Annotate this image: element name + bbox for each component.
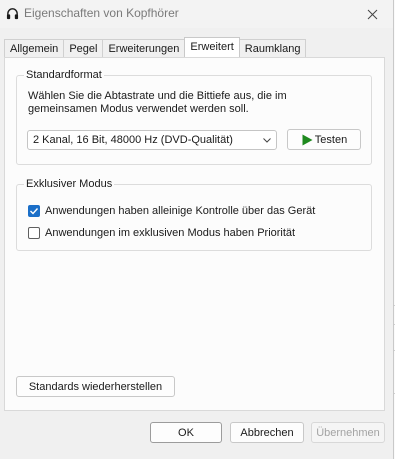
exclusive-control-option[interactable]: Anwendungen haben alleinige Kontrolle üb… bbox=[28, 205, 315, 217]
restore-defaults-button[interactable]: Standards wiederherstellen bbox=[16, 376, 175, 397]
tab-pegel[interactable]: Pegel bbox=[63, 39, 104, 57]
checkmark-icon bbox=[30, 208, 39, 215]
title-bar: Eigenschaften von Kopfhörer bbox=[0, 0, 393, 28]
tab-strip: Allgemein Pegel Erweiterungen Erweitert … bbox=[4, 37, 307, 57]
properties-dialog: Eigenschaften von Kopfhörer Allgemein Pe… bbox=[0, 0, 394, 459]
chevron-down-icon bbox=[263, 138, 271, 143]
cancel-button-label: Abbrechen bbox=[240, 426, 294, 439]
test-button[interactable]: Testen bbox=[287, 129, 361, 150]
test-button-label: Testen bbox=[314, 133, 348, 146]
tab-raumklang[interactable]: Raumklang bbox=[238, 39, 307, 57]
apply-button-label: Übernehmen bbox=[316, 426, 380, 439]
cancel-button[interactable]: Abbrechen bbox=[230, 422, 304, 443]
exclusive-priority-option[interactable]: Anwendungen im exklusiven Modus haben Pr… bbox=[28, 227, 295, 239]
exclusive-mode-legend: Exklusiver Modus bbox=[24, 178, 115, 191]
ok-button[interactable]: OK bbox=[150, 422, 222, 443]
exclusive-priority-label: Anwendungen im exklusiven Modus haben Pr… bbox=[45, 227, 296, 239]
tab-erweiterungen[interactable]: Erweiterungen bbox=[102, 39, 186, 57]
standard-format-description: Wählen Sie die Abtastrate und die Bittie… bbox=[28, 90, 287, 115]
play-icon bbox=[302, 134, 313, 145]
headphones-icon bbox=[6, 8, 19, 20]
exclusive-control-label: Anwendungen haben alleinige Kontrolle üb… bbox=[45, 205, 316, 217]
apply-button[interactable]: Übernehmen bbox=[311, 422, 385, 443]
exclusive-priority-checkbox[interactable] bbox=[28, 227, 40, 239]
restore-defaults-label: Standards wiederherstellen bbox=[28, 380, 163, 393]
exclusive-control-checkbox[interactable] bbox=[28, 205, 40, 217]
tab-erweitert[interactable]: Erweitert bbox=[184, 37, 240, 57]
standard-format-group: Standardformat Wählen Sie die Abtastrate… bbox=[16, 69, 372, 165]
tab-allgemein[interactable]: Allgemein bbox=[4, 39, 65, 57]
standard-format-legend: Standardformat bbox=[24, 69, 104, 82]
format-dropdown-value: 2 Kanal, 16 Bit, 48000 Hz (DVD-Qualität) bbox=[33, 134, 233, 146]
close-icon bbox=[367, 9, 377, 19]
exclusive-mode-group: Exklusiver Modus Anwendungen haben allei… bbox=[16, 178, 372, 251]
format-dropdown[interactable]: 2 Kanal, 16 Bit, 48000 Hz (DVD-Qualität) bbox=[27, 130, 277, 150]
ok-button-label: OK bbox=[178, 426, 194, 439]
window-title: Eigenschaften von Kopfhörer bbox=[24, 6, 179, 20]
tab-panel-erweitert: Standardformat Wählen Sie die Abtastrate… bbox=[4, 57, 385, 411]
close-button[interactable] bbox=[357, 2, 387, 26]
